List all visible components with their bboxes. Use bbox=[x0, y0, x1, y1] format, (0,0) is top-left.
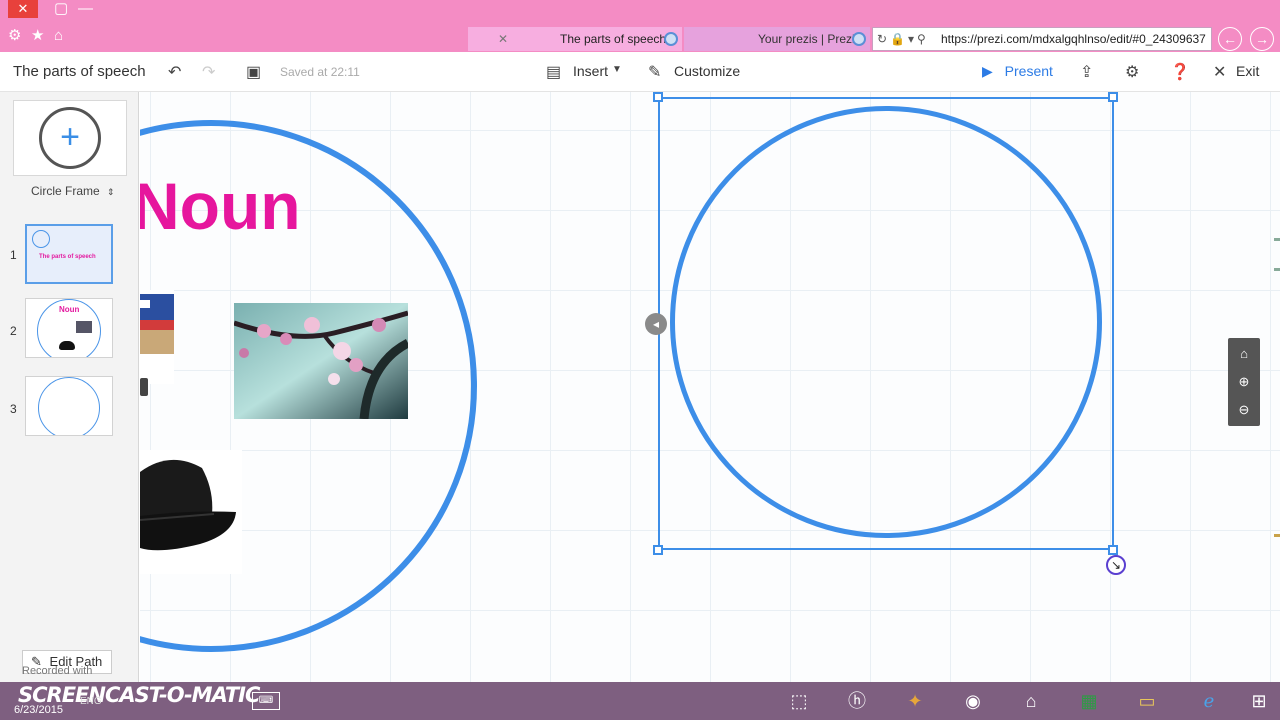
favorites-star-icon[interactable]: ★ bbox=[31, 27, 44, 45]
recorded-with-label: Recorded with bbox=[22, 665, 93, 677]
undo-icon[interactable]: ↶ bbox=[168, 62, 181, 82]
slide-number: 1 bbox=[10, 248, 17, 262]
minimize-icon[interactable]: ▢ bbox=[54, 0, 68, 18]
home-icon[interactable]: ⌂ bbox=[54, 27, 63, 45]
browser-chrome: ✕ ▢ — ⚙ ★ ⌂ ✕ The parts of speech Your p… bbox=[0, 0, 1280, 52]
cherry-blossom-image[interactable] bbox=[234, 303, 408, 419]
zoom-out-icon[interactable]: ⊖ bbox=[1228, 396, 1260, 424]
thumb-title: The parts of speech bbox=[39, 254, 96, 260]
flag-image[interactable] bbox=[140, 290, 174, 384]
exit-button[interactable]: Exit bbox=[1236, 63, 1259, 79]
side-handle[interactable] bbox=[140, 378, 148, 396]
thumb-hat bbox=[59, 341, 75, 350]
camera-icon[interactable]: ◉ bbox=[958, 687, 988, 715]
save-icon[interactable]: ▣ bbox=[246, 62, 261, 82]
hp-icon[interactable]: ⓗ bbox=[842, 687, 872, 715]
zoom-in-icon[interactable]: ⊕ bbox=[1228, 368, 1260, 396]
globe-icon bbox=[664, 32, 678, 46]
refresh-lock-search-icons: ↻🔒▾⚲ bbox=[877, 32, 929, 46]
present-button[interactable]: ▶ Present bbox=[982, 63, 1053, 80]
forward-arrow-icon[interactable]: → bbox=[1250, 27, 1274, 51]
bowler-hat-image[interactable] bbox=[140, 450, 242, 574]
offscreen-marker bbox=[1274, 238, 1280, 241]
thumb-title: Noun bbox=[59, 305, 80, 314]
window-close-button[interactable]: ✕ bbox=[8, 0, 38, 18]
thumb-circle bbox=[32, 230, 50, 248]
present-label: Present bbox=[1004, 63, 1053, 79]
saved-status: Saved at 22:11 bbox=[280, 65, 360, 79]
settings-icon[interactable]: ⚙ bbox=[1125, 62, 1139, 82]
app-icon[interactable]: ✦ bbox=[900, 687, 930, 715]
document-title[interactable]: The parts of speech bbox=[13, 63, 146, 80]
home-view-icon[interactable]: ⌂ bbox=[1228, 340, 1260, 368]
home-app-icon[interactable]: ⌂ bbox=[1016, 687, 1046, 715]
tab-parts-of-speech[interactable]: ✕ The parts of speech bbox=[468, 27, 682, 51]
select-arrows-icon: ⇕ bbox=[107, 187, 115, 197]
windows-start-icon[interactable]: ⊞ bbox=[1244, 687, 1274, 715]
slide-thumbnail-3[interactable] bbox=[25, 376, 113, 436]
thumb-photo bbox=[76, 321, 92, 333]
restore-icon[interactable]: — bbox=[78, 0, 93, 18]
zoom-controls: ⌂ ⊕ ⊖ bbox=[1228, 338, 1260, 426]
offscreen-marker bbox=[1274, 268, 1280, 271]
internet-explorer-icon[interactable]: ℯ bbox=[1194, 687, 1224, 715]
address-text: https://prezi.com/mdxalgqhlnso/edit/#0_2… bbox=[941, 32, 1206, 46]
slide-thumbnail-1[interactable]: The parts of speech bbox=[25, 224, 113, 284]
windows-taskbar: Recorded with SCREENCAST-O-MATIC 6/23/20… bbox=[0, 665, 1280, 720]
snipping-tool-icon[interactable]: ⬚ bbox=[784, 687, 814, 715]
date-label: 6/23/2015 bbox=[14, 704, 63, 716]
tab-your-prezis[interactable]: Your prezis | Prezi bbox=[684, 27, 870, 51]
customize-button[interactable]: Customize bbox=[674, 63, 740, 79]
resize-handle-top-left[interactable] bbox=[653, 92, 663, 102]
address-bar[interactable]: ↻🔒▾⚲ https://prezi.com/mdxalgqhlnso/edit… bbox=[872, 27, 1212, 51]
plus-icon: + bbox=[39, 107, 101, 169]
resize-handle-bottom-left[interactable] bbox=[653, 545, 663, 555]
resize-handle-bottom-right[interactable] bbox=[1108, 545, 1118, 555]
back-arrow-icon[interactable]: ← bbox=[1218, 27, 1242, 51]
prezi-toolbar: The parts of speech ↶ ↷ ▣ Saved at 22:11… bbox=[0, 52, 1280, 92]
slide-number: 2 bbox=[10, 324, 17, 338]
resize-cursor-icon: ↘ bbox=[1106, 555, 1126, 575]
globe-icon bbox=[852, 32, 866, 46]
tab-close-icon[interactable]: ✕ bbox=[498, 27, 508, 51]
slide-thumbnail-2[interactable]: Noun bbox=[25, 298, 113, 358]
language-indicator[interactable]: ENG bbox=[80, 696, 102, 707]
insert-button[interactable]: Insert bbox=[573, 63, 608, 79]
file-explorer-icon[interactable]: ▭ bbox=[1132, 687, 1162, 715]
share-icon[interactable]: ⇪ bbox=[1080, 62, 1093, 82]
resize-handle-top-right[interactable] bbox=[1108, 92, 1118, 102]
play-icon: ▶ bbox=[982, 63, 993, 79]
help-icon[interactable]: ❓ bbox=[1170, 62, 1190, 82]
frame-type-label: Circle Frame bbox=[31, 184, 100, 198]
chevron-down-icon: ▼ bbox=[612, 64, 622, 75]
tab-label: The parts of speech bbox=[560, 32, 667, 46]
drag-handle-icon[interactable]: ◂ bbox=[645, 313, 667, 335]
offscreen-marker bbox=[1274, 534, 1280, 537]
settings-gear-icon[interactable]: ⚙ bbox=[8, 27, 21, 45]
frame-type-select[interactable]: Circle Frame ⇕ bbox=[31, 184, 115, 198]
keyboard-icon[interactable]: ⌨ bbox=[252, 692, 280, 710]
exit-x-icon[interactable]: ✕ bbox=[1213, 62, 1226, 82]
thumb-circle bbox=[38, 377, 100, 435]
tab-label: Your prezis | Prezi bbox=[758, 32, 855, 46]
noun-heading[interactable]: Noun bbox=[140, 168, 301, 244]
slide-number: 3 bbox=[10, 402, 17, 416]
pencil-icon: ✎ bbox=[648, 64, 662, 81]
circle-frame-3[interactable] bbox=[670, 106, 1102, 538]
redo-icon[interactable]: ↷ bbox=[202, 62, 215, 82]
insert-icon: ▤ bbox=[546, 64, 562, 81]
add-frame-button[interactable]: + bbox=[13, 100, 127, 176]
excel-icon[interactable]: ▦ bbox=[1074, 687, 1104, 715]
slides-sidebar: + Circle Frame ⇕ 1 The parts of speech 2… bbox=[0, 92, 139, 682]
prezi-canvas[interactable]: Noun ◂ ↘ ⌂ ⊕ ⊖ bbox=[140, 92, 1280, 682]
